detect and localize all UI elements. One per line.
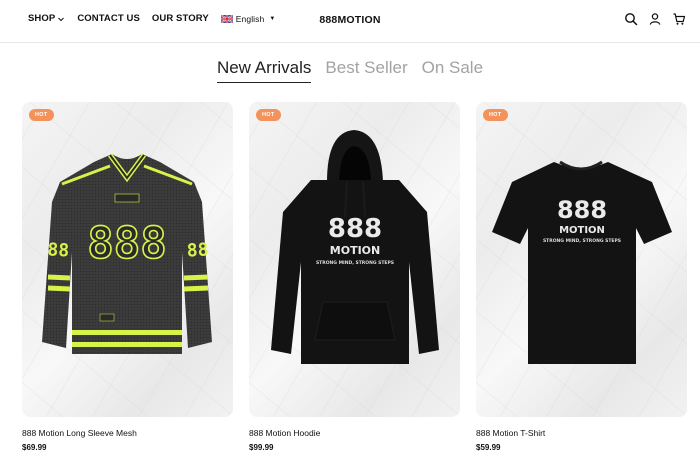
product-name[interactable]: 888 Motion T-Shirt xyxy=(476,428,687,438)
hot-badge: HOT xyxy=(256,109,281,121)
product-image[interactable]: HOT 888 MOTION STRONG MIND, STRONG STEPS xyxy=(249,102,460,417)
svg-text:88: 88 xyxy=(47,239,70,261)
product-price: $99.99 xyxy=(249,443,274,452)
product-card[interactable]: HOT 888 MOTION STRONG MIND, STRONG STEPS… xyxy=(249,102,460,452)
hot-badge: HOT xyxy=(29,109,54,121)
product-price: $59.99 xyxy=(476,443,501,452)
cart-icon[interactable] xyxy=(672,12,686,26)
svg-text:88: 88 xyxy=(186,239,209,261)
tab-new-arrivals[interactable]: New Arrivals xyxy=(216,58,312,83)
logo-text: 888MOTION xyxy=(319,14,381,26)
site-header: SHOP CONTACT US OUR STORY English ▼ 888M… xyxy=(0,0,700,43)
tshirt-graphic-number: 888 xyxy=(557,196,607,224)
site-logo[interactable]: 888MOTION xyxy=(0,14,700,26)
product-name[interactable]: 888 Motion Long Sleeve Mesh xyxy=(22,428,233,438)
product-grid: HOT 888 88 88 888 Motion Long Sleeve Mes… xyxy=(22,102,687,452)
hot-badge: HOT xyxy=(483,109,508,121)
product-card[interactable]: HOT 888 88 88 888 Motion Long Sleeve Mes… xyxy=(22,102,233,452)
tshirt-image: 888 MOTION STRONG MIND, STRONG STEPS xyxy=(492,160,672,364)
tshirt-graphic-motion: MOTION xyxy=(559,225,605,236)
tshirt-graphic-tagline: STRONG MIND, STRONG STEPS xyxy=(543,238,621,244)
header-icons xyxy=(624,12,686,26)
jersey-number: 888 xyxy=(87,218,166,269)
product-price: $69.99 xyxy=(22,443,47,452)
tab-best-seller[interactable]: Best Seller xyxy=(325,58,407,83)
product-card[interactable]: HOT 888 MOTION STRONG MIND, STRONG STEPS… xyxy=(476,102,687,452)
tab-on-sale[interactable]: On Sale xyxy=(422,58,483,83)
hoodie-graphic-tagline: STRONG MIND, STRONG STEPS xyxy=(316,260,394,266)
product-image[interactable]: HOT 888 MOTION STRONG MIND, STRONG STEPS xyxy=(476,102,687,417)
collection-tabs: New Arrivals Best Seller On Sale xyxy=(0,58,700,83)
hoodie-graphic-number: 888 xyxy=(328,214,382,244)
product-image[interactable]: HOT 888 88 88 xyxy=(22,102,233,417)
product-name[interactable]: 888 Motion Hoodie xyxy=(249,428,460,438)
search-icon[interactable] xyxy=(624,12,638,26)
hoodie-graphic-motion: MOTION xyxy=(330,244,380,257)
hoodie-image: 888 MOTION STRONG MIND, STRONG STEPS xyxy=(271,130,439,364)
long-sleeve-mesh-jersey-image: 888 88 88 xyxy=(42,153,212,354)
account-icon[interactable] xyxy=(648,12,662,26)
